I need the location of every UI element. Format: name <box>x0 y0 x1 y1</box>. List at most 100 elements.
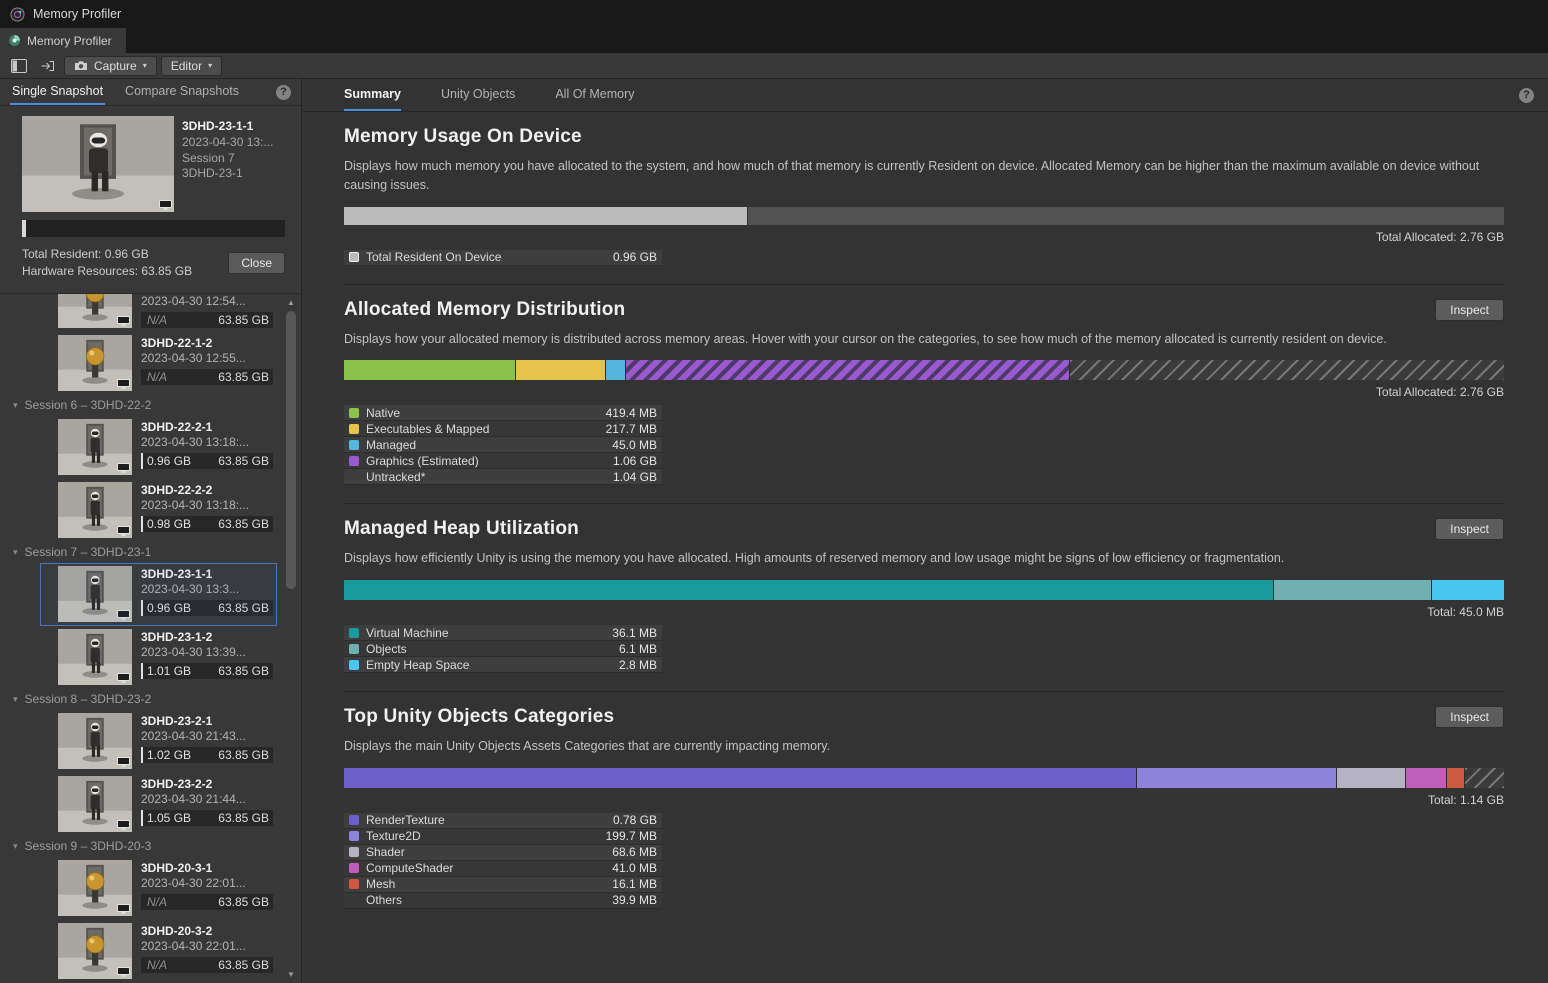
open-snapshot-date: 2023-04-30 13:... <box>182 135 273 151</box>
main-tabs: Summary Unity Objects All Of Memory <box>344 79 635 111</box>
scrollbar-thumb[interactable] <box>286 311 296 589</box>
capture-button[interactable]: Capture ▾ <box>64 56 157 76</box>
snapshot-date: 2023-04-30 22:01... <box>141 939 273 954</box>
monitor-icon <box>117 967 130 977</box>
legend: Total Resident On Device0.96 GB <box>344 250 662 266</box>
legend-label: Others <box>366 893 402 907</box>
snapshot-thumbnail <box>58 629 132 685</box>
editor-label: Editor <box>171 59 202 73</box>
snapshot-item[interactable]: 3DHD-22-1-22023-04-30 12:55...N/A63.85 G… <box>0 332 279 395</box>
legend-value: 68.6 MB <box>612 845 657 859</box>
legend-swatch <box>349 847 359 857</box>
snapshot-item[interactable]: 3DHD-23-2-22023-04-30 21:44...1.05 GB63.… <box>0 773 279 836</box>
sidebar: Single Snapshot Compare Snapshots ? 3DHD… <box>0 79 302 983</box>
help-icon[interactable]: ? <box>1519 88 1534 103</box>
total-label: Total Allocated: 2.76 GB <box>344 385 1504 399</box>
layout-toggle-button[interactable] <box>6 56 31 76</box>
help-icon[interactable]: ? <box>276 85 291 100</box>
snapshot-item[interactable]: 3DHD-22-2-22023-04-30 13:18:...0.98 GB63… <box>0 479 279 542</box>
open-snapshot-thumbnail <box>22 116 174 212</box>
snapshot-list-items: 2023-04-30 12:54...N/A63.85 GB3DHD-22-1-… <box>0 294 301 983</box>
legend-label: Graphics (Estimated) <box>366 454 479 468</box>
snapshot-item[interactable]: 3DHD-20-3-22023-04-30 22:01...N/A63.85 G… <box>0 920 279 983</box>
session-header[interactable]: ▾Session 6 – 3DHD-22-2 <box>0 395 279 416</box>
toolbar: Capture ▾ Editor ▾ <box>0 53 1548 79</box>
section-description: Displays how efficiently Unity is using … <box>344 549 1504 568</box>
resident-size: 0.98 GB <box>147 517 191 531</box>
legend: RenderTexture0.78 GBTexture2D199.7 MBSha… <box>344 813 662 909</box>
snapshot-item[interactable]: 2023-04-30 12:54...N/A63.85 GB <box>0 294 279 332</box>
bar-segment-executables-mapped <box>516 360 605 380</box>
legend-row: Objects6.1 MB <box>344 641 662 657</box>
section-title: Allocated Memory Distribution <box>344 299 625 321</box>
monitor-icon <box>117 463 130 473</box>
legend-value: 0.96 GB <box>613 250 657 264</box>
scroll-down-icon[interactable]: ▼ <box>283 968 299 981</box>
scrollbar[interactable]: ▲ ▼ <box>283 296 299 981</box>
resident-size: N/A <box>147 895 167 909</box>
tab-memory-profiler[interactable]: Memory Profiler <box>0 28 126 53</box>
open-snapshot-session-tag: 3DHD-23-1 <box>182 166 273 182</box>
snapshot-size-bar: 0.98 GB 63.85 GB <box>141 516 273 532</box>
session-header[interactable]: ▾Session 7 – 3DHD-23-1 <box>0 542 279 563</box>
snapshot-date: 2023-04-30 21:44... <box>141 792 273 807</box>
session-label: Session 8 – 3DHD-23-2 <box>25 692 152 706</box>
tab-all-of-memory[interactable]: All Of Memory <box>555 79 634 111</box>
legend-label: RenderTexture <box>366 813 445 827</box>
close-button[interactable]: Close <box>228 252 285 274</box>
editor-dropdown[interactable]: Editor ▾ <box>161 56 222 76</box>
open-snapshot-card: 3DHD-23-1-1 2023-04-30 13:... Session 7 … <box>0 106 301 294</box>
total-size: 63.85 GB <box>218 517 269 531</box>
inspect-button[interactable]: Inspect <box>1435 518 1504 540</box>
snapshot-name: 3DHD-20-3-1 <box>141 861 273 876</box>
import-snapshot-button[interactable] <box>35 56 60 76</box>
snapshot-size-bar: N/A63.85 GB <box>141 369 273 385</box>
tab-compare-snapshots[interactable]: Compare Snapshots <box>123 79 241 105</box>
legend-value: 6.1 MB <box>619 642 657 656</box>
section-description: Displays how your allocated memory is di… <box>344 330 1504 349</box>
resident-size: N/A <box>147 313 167 327</box>
legend-label: Managed <box>366 438 416 452</box>
legend-swatch <box>349 440 359 450</box>
monitor-icon <box>117 526 130 536</box>
bar-segment-rendertexture <box>344 768 1136 788</box>
legend-row: Others39.9 MB <box>344 893 662 909</box>
tab-summary[interactable]: Summary <box>344 79 401 111</box>
legend-value: 217.7 MB <box>606 422 657 436</box>
snapshot-item[interactable]: 3DHD-23-1-22023-04-30 13:39...1.01 GB63.… <box>0 626 279 689</box>
summary-sections: Memory Usage On DeviceDisplays how much … <box>303 112 1548 983</box>
session-label: Session 6 – 3DHD-22-2 <box>25 398 152 412</box>
legend: Native419.4 MBExecutables & Mapped217.7 … <box>344 405 662 485</box>
inspect-button[interactable]: Inspect <box>1435 706 1504 728</box>
snapshot-thumbnail <box>58 713 132 769</box>
snapshot-item[interactable]: 3DHD-22-2-12023-04-30 13:18:...0.96 GB63… <box>0 416 279 479</box>
session-header[interactable]: ▾Session 8 – 3DHD-23-2 <box>0 689 279 710</box>
bar-segment-native <box>344 360 515 380</box>
legend-row: Native419.4 MB <box>344 405 662 421</box>
scroll-up-icon[interactable]: ▲ <box>283 296 299 309</box>
snapshot-size-bar: 1.05 GB63.85 GB <box>141 810 273 826</box>
snapshot-date: 2023-04-30 12:55... <box>141 351 273 366</box>
hardware-resources-label: Hardware Resources: 63.85 GB <box>22 263 192 280</box>
snapshot-date: 2023-04-30 13:18:... <box>141 435 273 450</box>
chevron-down-icon: ▾ <box>13 547 18 558</box>
legend-row: ComputeShader41.0 MB <box>344 861 662 877</box>
tab-unity-objects[interactable]: Unity Objects <box>441 79 515 111</box>
section-title: Managed Heap Utilization <box>344 518 579 540</box>
sidebar-tab-bar: Single Snapshot Compare Snapshots ? <box>0 79 301 106</box>
total-size: 63.85 GB <box>218 811 269 825</box>
inspect-button[interactable]: Inspect <box>1435 299 1504 321</box>
section-managed-heap-utilization: Managed Heap Utilization Inspect Displays … <box>344 503 1504 691</box>
legend-swatch <box>349 644 359 654</box>
legend-row: RenderTexture 0.78 GB <box>344 813 662 829</box>
legend-value: 419.4 MB <box>606 406 657 420</box>
main-panel: Summary Unity Objects All Of Memory ? Memo… <box>303 79 1548 983</box>
legend-value: 41.0 MB <box>612 861 657 875</box>
snapshot-item[interactable]: 3DHD-23-1-12023-04-30 13:3...0.96 GB63.8… <box>0 563 279 626</box>
session-header[interactable]: ▾Session 9 – 3DHD-20-3 <box>0 836 279 857</box>
legend-label: Virtual Machine <box>366 626 449 640</box>
tab-single-snapshot[interactable]: Single Snapshot <box>10 79 105 105</box>
snapshot-item[interactable]: 3DHD-20-3-12023-04-30 22:01...N/A63.85 G… <box>0 857 279 920</box>
snapshot-item[interactable]: 3DHD-23-2-12023-04-30 21:43...1.02 GB63.… <box>0 710 279 773</box>
legend-value: 0.78 GB <box>613 813 657 827</box>
